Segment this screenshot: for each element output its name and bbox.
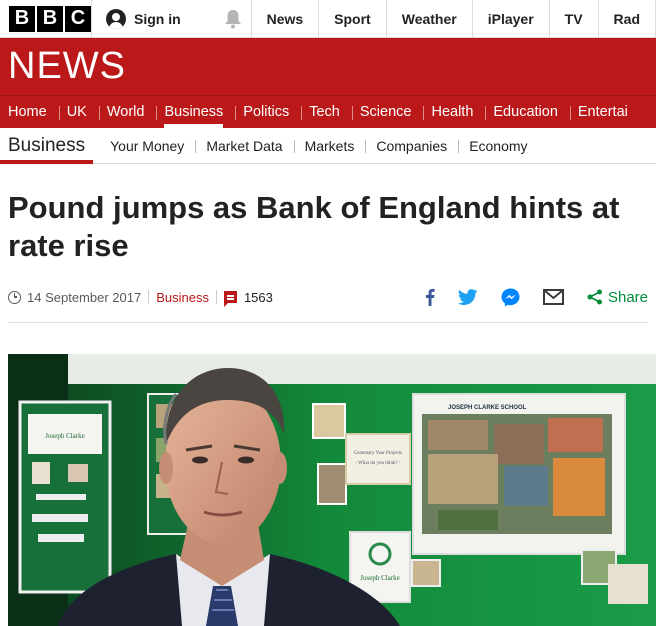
- top-nav-news[interactable]: News: [252, 0, 320, 37]
- share-label: Share: [607, 288, 648, 306]
- share-twitter-button[interactable]: [457, 289, 478, 305]
- bell-icon: [224, 9, 241, 28]
- bbc-logo[interactable]: B B C: [0, 0, 92, 37]
- meta-divider: [148, 290, 150, 304]
- sub-nav-markets[interactable]: Markets: [293, 138, 366, 154]
- bbc-logo-letter: C: [65, 5, 91, 32]
- comment-count: 1563: [243, 289, 273, 305]
- sub-nav-companies[interactable]: Companies: [365, 138, 458, 154]
- top-nav-radio[interactable]: Rad: [599, 0, 656, 37]
- section-nav-health[interactable]: Health: [423, 96, 485, 128]
- section-nav-politics[interactable]: Politics: [235, 96, 301, 128]
- facebook-icon: [425, 288, 435, 306]
- sub-nav-your-money[interactable]: Your Money: [99, 138, 195, 154]
- section-nav-tech[interactable]: Tech: [301, 96, 352, 128]
- section-nav-uk[interactable]: UK: [58, 96, 99, 128]
- sign-text-line2: - What do you think? -: [355, 461, 401, 466]
- top-bar: B B C Sign in News Sport Weather iPlayer…: [0, 0, 656, 38]
- top-nav-iplayer[interactable]: iPlayer: [473, 0, 550, 37]
- article-headline: Pound jumps as Bank of England hints at …: [8, 190, 620, 263]
- hero-scene: Joseph Clarke Centenary Year Projects - …: [8, 354, 656, 626]
- hero-image[interactable]: Joseph Clarke Centenary Year Projects - …: [8, 354, 656, 626]
- article-meta: 14 September 2017 Business 1563 Share: [0, 285, 656, 309]
- notifications-button[interactable]: [215, 0, 252, 37]
- sign-in-label: Sign in: [134, 10, 181, 27]
- share-button[interactable]: Share: [587, 289, 648, 306]
- comments-link[interactable]: 1563: [223, 289, 273, 307]
- news-logo[interactable]: NEWS: [8, 45, 126, 88]
- share-icon: [587, 289, 602, 305]
- top-nav-sport[interactable]: Sport: [319, 0, 387, 37]
- poster-title-text: JOSEPH CLARKE SCHOOL: [448, 405, 527, 411]
- meta-separator-line: [8, 322, 648, 323]
- clock-icon: [8, 290, 21, 304]
- share-facebook-button[interactable]: [425, 288, 435, 306]
- bbc-logo-letter: B: [9, 5, 35, 32]
- sub-nav-current[interactable]: Business: [0, 128, 94, 164]
- article-section-link[interactable]: Business: [156, 290, 209, 305]
- section-nav: Home UK World Business Politics Tech Sci…: [0, 95, 656, 128]
- sign-in-link[interactable]: Sign in: [92, 0, 215, 37]
- section-nav-entertainment[interactable]: Entertai: [569, 96, 640, 128]
- top-nav-tv[interactable]: TV: [550, 0, 599, 37]
- section-nav-science[interactable]: Science: [351, 96, 424, 128]
- sub-nav-economy[interactable]: Economy: [458, 138, 538, 154]
- sub-nav-market-data[interactable]: Market Data: [195, 138, 293, 154]
- twitter-icon: [457, 289, 478, 305]
- meta-divider: [215, 290, 217, 304]
- section-nav-home[interactable]: Home: [0, 96, 59, 128]
- article-date: 14 September 2017: [27, 289, 142, 305]
- bbc-logo-letter: B: [37, 5, 63, 32]
- section-nav-education[interactable]: Education: [485, 96, 570, 128]
- sign-text-line1: Centenary Year Projects: [354, 451, 402, 456]
- section-nav-world[interactable]: World: [98, 96, 157, 128]
- comment-icon: [223, 291, 237, 307]
- lower-sign-text: Joseph Clarke: [360, 574, 399, 582]
- top-nav-weather[interactable]: Weather: [387, 0, 473, 37]
- top-nav: News Sport Weather iPlayer TV Rad: [252, 0, 656, 37]
- messenger-icon: [501, 288, 520, 306]
- board-label-text: Joseph Clarke: [45, 432, 84, 440]
- share-messenger-button[interactable]: [501, 288, 520, 307]
- centenary-sign: [345, 433, 411, 485]
- share-email-button[interactable]: [542, 289, 564, 305]
- account-icon: [106, 8, 126, 29]
- section-nav-business[interactable]: Business: [156, 96, 235, 128]
- sub-nav: Business Your Money Market Data Markets …: [0, 128, 656, 164]
- email-icon: [542, 289, 564, 305]
- news-banner: NEWS: [0, 38, 656, 95]
- share-tools: Share: [425, 288, 648, 307]
